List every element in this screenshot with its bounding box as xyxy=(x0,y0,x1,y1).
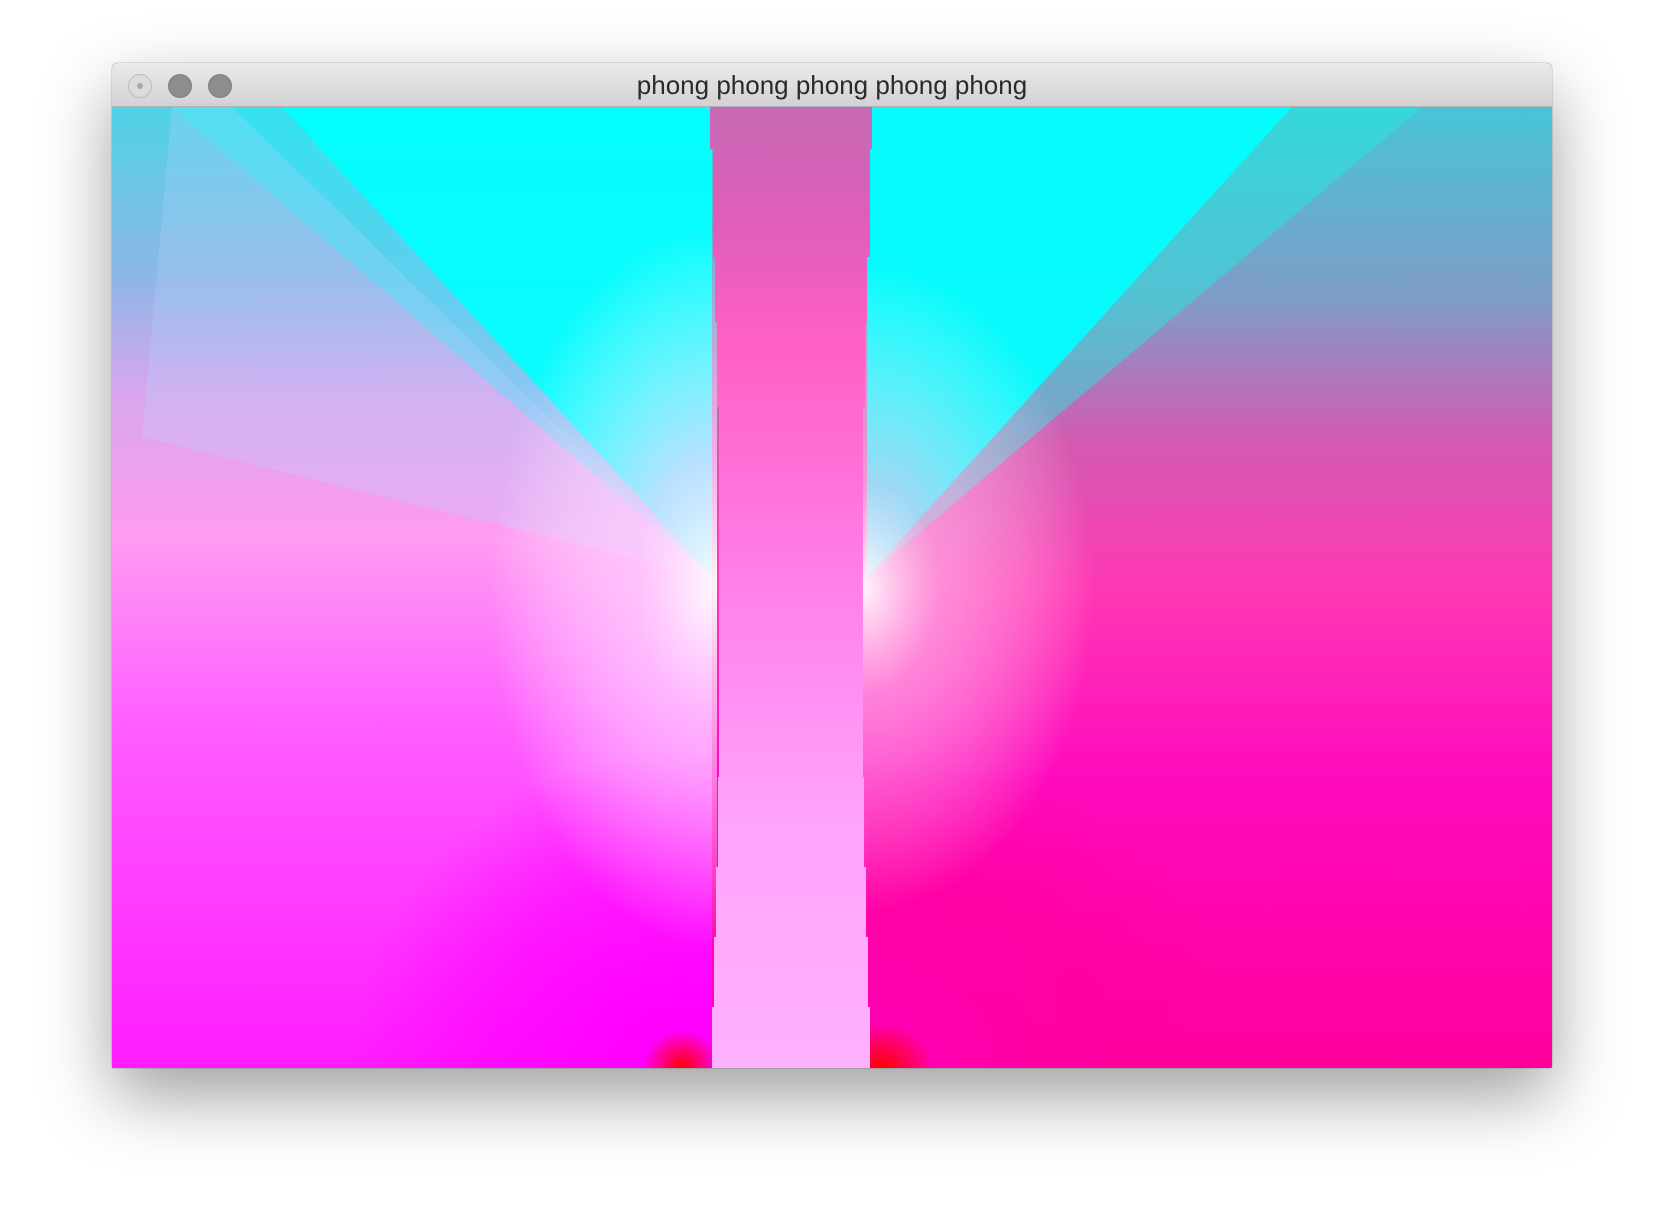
right-highlight xyxy=(862,107,1552,1068)
phong-render xyxy=(112,107,1552,1068)
left-highlight xyxy=(112,107,717,1068)
app-window: phong phong phong phong phong xyxy=(112,63,1552,1068)
title-bar[interactable]: phong phong phong phong phong xyxy=(112,63,1552,107)
center-pillar xyxy=(710,107,872,1068)
render-viewport[interactable] xyxy=(112,107,1552,1068)
window-title: phong phong phong phong phong xyxy=(636,70,1028,100)
